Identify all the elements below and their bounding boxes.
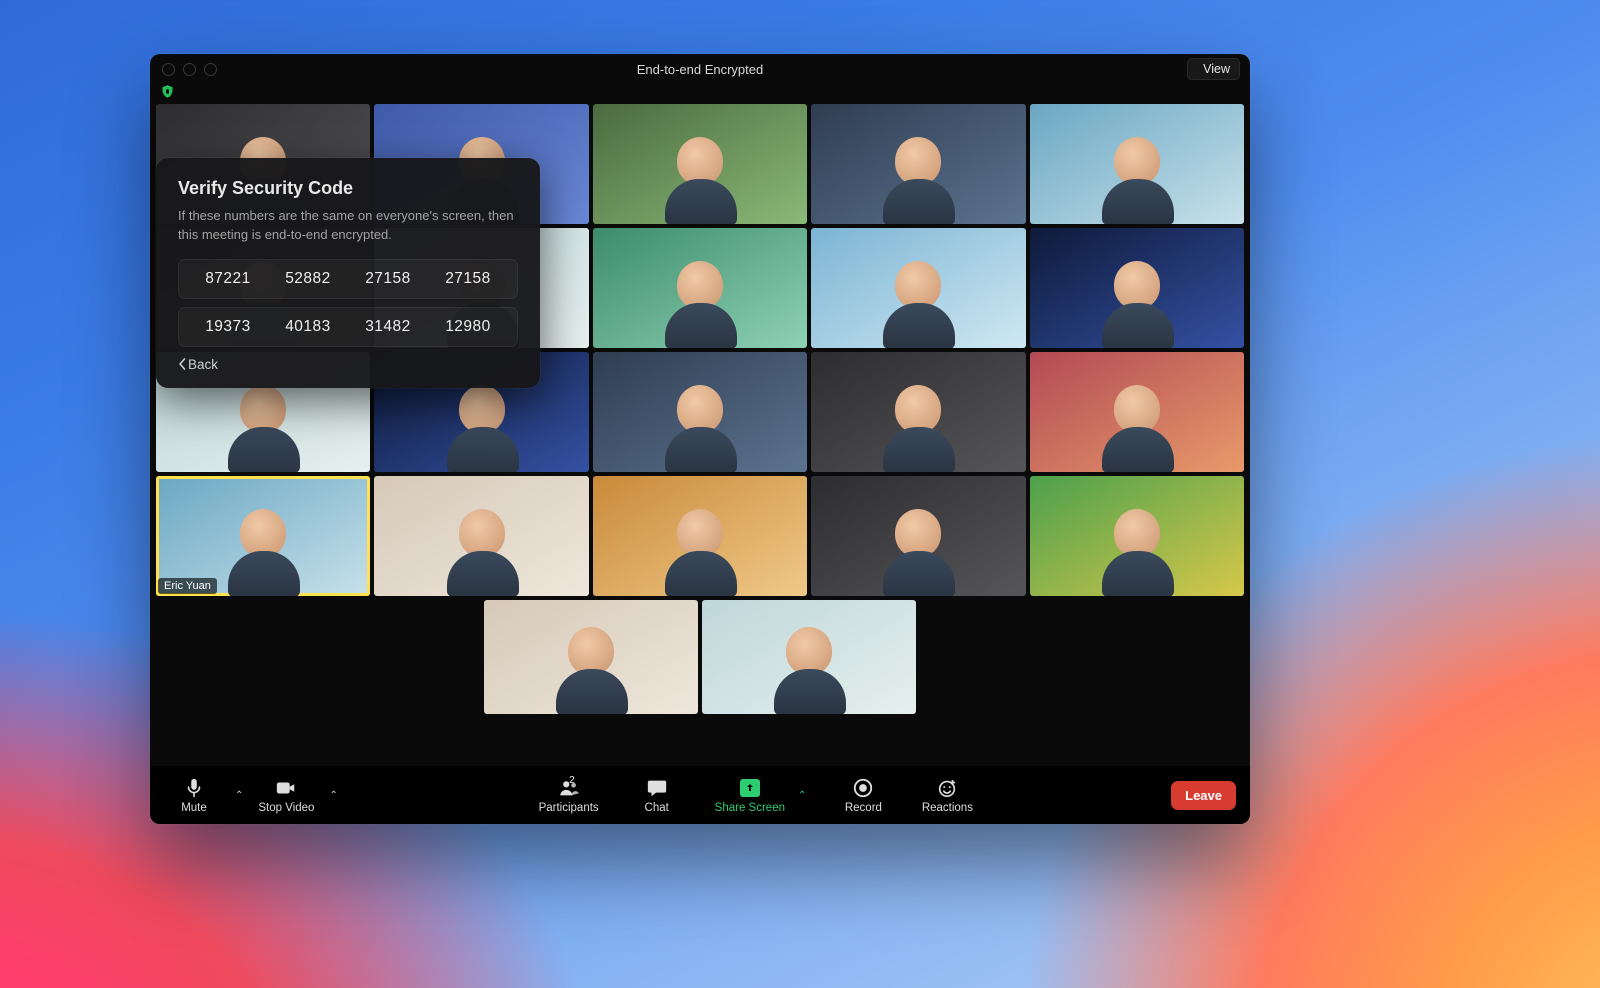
zoom-window-icon[interactable]: [204, 63, 217, 76]
microphone-icon: [182, 777, 206, 799]
participants-count: 2: [569, 775, 575, 786]
minimize-window-icon[interactable]: [183, 63, 196, 76]
video-tile[interactable]: [593, 228, 807, 348]
chat-icon: [645, 777, 669, 799]
video-tile[interactable]: [1030, 104, 1244, 224]
share-screen-label: Share Screen: [715, 802, 785, 814]
video-tile-active[interactable]: Eric Yuan: [156, 476, 370, 596]
chat-button[interactable]: Chat: [627, 775, 687, 816]
close-window-icon[interactable]: [162, 63, 175, 76]
video-tile[interactable]: [593, 352, 807, 472]
view-button[interactable]: View: [1187, 58, 1240, 80]
share-menu-caret[interactable]: ⌃: [795, 784, 809, 807]
record-label: Record: [845, 802, 882, 814]
meeting-toolbar: Mute ⌃ Stop Video ⌃ 2 Participants: [150, 766, 1250, 824]
stop-video-label: Stop Video: [258, 802, 314, 814]
reactions-label: Reactions: [922, 802, 973, 814]
meeting-window: End-to-end Encrypted View: [150, 54, 1250, 824]
participants-button[interactable]: 2 Participants: [535, 775, 603, 816]
chevron-left-icon: [178, 358, 186, 370]
video-tile[interactable]: [1030, 476, 1244, 596]
security-code: 27158: [353, 270, 423, 288]
video-tile[interactable]: [811, 104, 1025, 224]
video-tile[interactable]: [811, 228, 1025, 348]
video-tile[interactable]: [811, 476, 1025, 596]
mute-button[interactable]: Mute: [164, 775, 224, 816]
verify-security-popover: Verify Security Code If these numbers ar…: [156, 158, 540, 388]
video-tile[interactable]: [374, 476, 588, 596]
video-tile[interactable]: [702, 600, 916, 714]
window-controls[interactable]: [162, 63, 217, 76]
video-tile[interactable]: [484, 600, 698, 714]
participants-icon: 2: [557, 777, 581, 799]
video-camera-icon: [274, 777, 298, 799]
back-button[interactable]: Back: [178, 357, 518, 372]
participant-name-tag: Eric Yuan: [158, 578, 217, 594]
record-icon: [851, 777, 875, 799]
security-code: 12980: [433, 318, 503, 336]
security-code: 19373: [193, 318, 263, 336]
stop-video-button[interactable]: Stop Video: [254, 775, 318, 816]
security-code: 87221: [193, 270, 263, 288]
mute-label: Mute: [181, 802, 207, 814]
security-code: 27158: [433, 270, 503, 288]
video-gallery: Eric Yuan Verify Security Code If these …: [150, 104, 1250, 766]
encryption-indicator-row: [150, 84, 1250, 104]
video-menu-caret[interactable]: ⌃: [326, 784, 340, 807]
video-tile[interactable]: [811, 352, 1025, 472]
view-button-label: View: [1203, 62, 1230, 76]
back-label: Back: [188, 357, 218, 372]
reactions-icon: [935, 777, 959, 799]
chat-label: Chat: [645, 802, 669, 814]
popover-description: If these numbers are the same on everyon…: [178, 207, 518, 245]
participants-label: Participants: [539, 802, 599, 814]
security-code-row-1: 87221 52882 27158 27158: [178, 259, 518, 299]
video-tile[interactable]: [1030, 228, 1244, 348]
encryption-shield-icon[interactable]: [160, 83, 175, 105]
security-code: 52882: [273, 270, 343, 288]
share-screen-button[interactable]: Share Screen: [711, 775, 789, 816]
window-title: End-to-end Encrypted: [150, 62, 1250, 77]
titlebar: End-to-end Encrypted View: [150, 54, 1250, 84]
video-tile[interactable]: [593, 104, 807, 224]
video-tile[interactable]: [1030, 352, 1244, 472]
popover-heading: Verify Security Code: [178, 178, 518, 199]
security-code-row-2: 19373 40183 31482 12980: [178, 307, 518, 347]
record-button[interactable]: Record: [833, 775, 893, 816]
mute-menu-caret[interactable]: ⌃: [232, 784, 246, 807]
share-screen-icon: [738, 777, 762, 799]
security-code: 31482: [353, 318, 423, 336]
leave-button[interactable]: Leave: [1171, 781, 1236, 810]
reactions-button[interactable]: Reactions: [917, 775, 977, 816]
video-tile[interactable]: [593, 476, 807, 596]
leave-label: Leave: [1185, 788, 1222, 803]
security-code: 40183: [273, 318, 343, 336]
